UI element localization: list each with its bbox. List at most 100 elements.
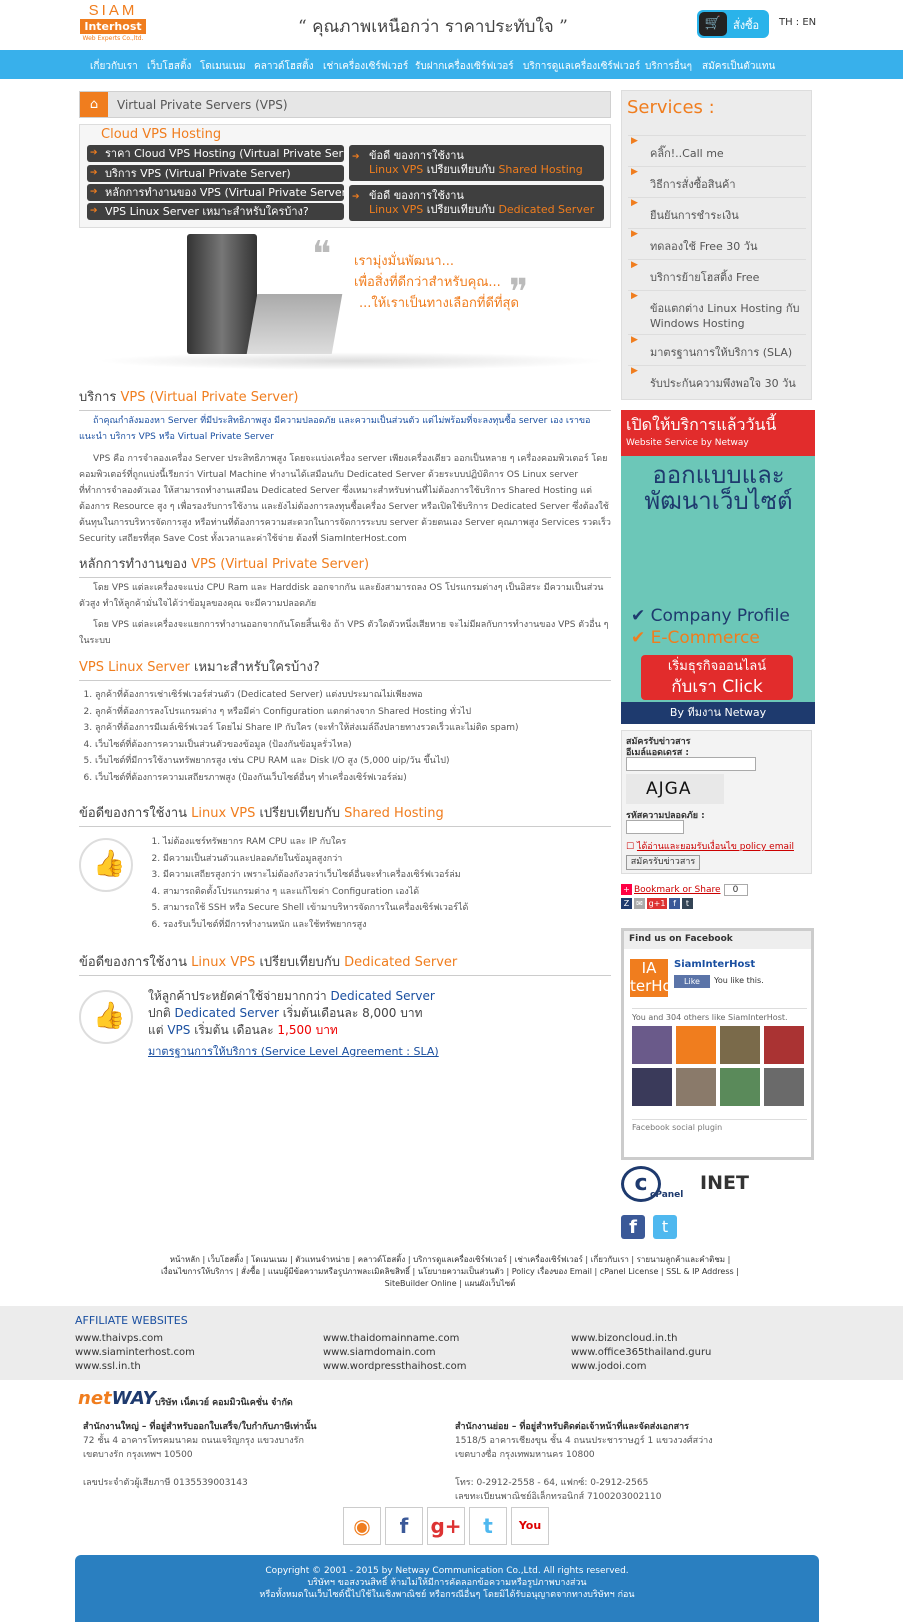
cart-icon: 🛒 xyxy=(699,12,727,36)
link-vps-principle[interactable]: หลักการทำงานของ VPS (Virtual Private Ser… xyxy=(87,184,344,201)
facebook-others: You and 304 others like SiamInterHost. xyxy=(632,1008,807,1022)
sidebar-item-guarantee[interactable]: รับประกันความพึงพอใจ 30 วัน xyxy=(628,365,806,396)
cmp1-line1: ข้อดี ของการใช้งาน xyxy=(369,149,464,162)
sidebar-item-free-trial[interactable]: ทดลองใช้ Free 30 วัน xyxy=(628,228,806,259)
who-list: ลูกค้าที่ต้องการเช่าเซิร์ฟเวอร์ส่วนตัว (… xyxy=(95,687,519,786)
breadcrumb: ⌂ Virtual Private Servers (VPS) xyxy=(79,91,611,118)
twitter-icon[interactable]: t xyxy=(653,1215,677,1239)
vps-banner: ❝ ❞ เรามุ่งมั่นพัฒนา... เพื่อสิ่งที่ดีกว… xyxy=(97,234,607,374)
branch-address: สำนักงานย่อย – ที่อยู่สำหรับติดต่อเจ้าหน… xyxy=(455,1422,713,1502)
facebook-page-name[interactable]: SiamInterHost xyxy=(674,959,755,970)
copyright: Copyright © 2001 - 2015 by Netway Commun… xyxy=(75,1555,819,1622)
website-service-promo[interactable]: เปิดให้บริการแล้ววันนี้ Website Service b… xyxy=(621,410,815,724)
tumblr-icon[interactable]: t xyxy=(682,898,693,909)
fan-avatar[interactable] xyxy=(676,1026,716,1064)
link-vps-linux-who[interactable]: VPS Linux Server เหมาะสำหรับใครบ้าง? xyxy=(87,203,344,220)
share-z-icon[interactable]: Z xyxy=(621,898,632,909)
bookmark-link[interactable]: Bookmark or Share xyxy=(634,885,721,895)
nav-item-about[interactable]: เกี่ยวกับเรา xyxy=(90,59,138,74)
inet-logo[interactable]: INET xyxy=(700,1172,749,1194)
facebook-plugin-label: Facebook social plugin xyxy=(632,1119,807,1132)
affiliate-link[interactable]: www.office365thailand.guru xyxy=(571,1347,711,1358)
affiliate-link[interactable]: www.jodoi.com xyxy=(571,1361,646,1372)
sidebar-item-free-move[interactable]: บริการย้ายโฮสติ้ง Free xyxy=(628,259,806,290)
nav-item-other[interactable]: บริการอื่นๆ xyxy=(645,59,692,74)
home-icon[interactable]: ⌂ xyxy=(80,92,108,117)
affiliate-link[interactable]: www.thaidomainname.com xyxy=(323,1333,459,1344)
cloud-vps-box: Cloud VPS Hosting ราคา Cloud VPS Hosting… xyxy=(79,124,611,228)
dedicated-compare-text: ให้ลูกค้าประหยัดค่าใช้จ่ายมากกว่า Dedica… xyxy=(148,989,439,1060)
nav-item-cloud-hosting[interactable]: คลาวด์โฮสติ้ง xyxy=(254,59,314,74)
sidebar-item-payment[interactable]: ยืนยันการชำระเงิน xyxy=(628,197,806,228)
list-item: ลูกค้าที่ต้องการมีเมล์เซิร์ฟเวอร์ โดยไม่… xyxy=(95,720,519,737)
share-email-icon[interactable]: ✉ xyxy=(634,898,645,909)
security-code-field[interactable] xyxy=(626,820,684,834)
order-cart-button[interactable]: 🛒 สั่งซื้อ xyxy=(697,10,769,38)
footer-links[interactable]: หน้าหลัก | เว็บโฮสติ้ง | โดเมนเนม | ตัวแ… xyxy=(160,1254,740,1290)
google-plus-icon[interactable]: g+1 xyxy=(647,898,667,909)
facebook-widget: Find us on Facebook IA terHo SiamInterHo… xyxy=(621,928,814,1160)
link-vps-vs-shared[interactable]: ข้อดี ของการใช้งาน Linux VPS เปรียบเทียบ… xyxy=(349,145,604,181)
fan-avatar[interactable] xyxy=(764,1026,804,1064)
language-switch[interactable]: TH : EN xyxy=(779,17,816,28)
sidebar-item-linux-vs-windows[interactable]: ข้อแตกต่าง Linux Hosting กับ Windows Hos… xyxy=(628,290,806,334)
fan-avatar[interactable] xyxy=(632,1068,672,1106)
shared-advantages-list: ไม่ต้องแชร์ทรัพยากร RAM CPU และ IP กับใค… xyxy=(163,834,468,933)
facebook-icon[interactable]: f xyxy=(385,1507,423,1545)
sidebar-item-how-to-order[interactable]: วิธีการสั่งซื้อสินค้า xyxy=(628,166,806,197)
netway-logo[interactable]: netWAY xyxy=(78,1388,156,1409)
facebook-icon[interactable]: f xyxy=(621,1215,645,1239)
siam-interhost-logo[interactable]: SIAM Interhost Web Experts Co.,ltd. xyxy=(80,3,146,47)
list-item: เว็บไซต์ที่ต้องการความเป็นส่วนตัวของข้อม… xyxy=(95,737,519,754)
facebook-widget-header: Find us on Facebook xyxy=(624,931,811,949)
affiliate-link[interactable]: www.bizoncloud.in.th xyxy=(571,1333,677,1344)
facebook-like-button[interactable]: Like xyxy=(674,975,710,988)
fan-avatar[interactable] xyxy=(720,1026,760,1064)
nav-item-domain[interactable]: โดเมนเนม xyxy=(200,59,246,74)
agree-checkbox[interactable]: ☐ ได้อ่านและยอมรับเงื่อนไข policy email xyxy=(626,839,794,853)
sidebar-item-sla[interactable]: มาตรฐานการให้บริการ (SLA) xyxy=(628,334,806,365)
link-vps-vs-dedicated[interactable]: ข้อดี ของการใช้งาน Linux VPS เปรียบเทียบ… xyxy=(349,185,604,221)
facebook-page-logo[interactable]: IA terHo xyxy=(630,959,672,997)
cmp2-line1: ข้อดี ของการใช้งาน xyxy=(369,189,464,202)
server-image xyxy=(187,234,257,354)
nav-item-colocation[interactable]: รับฝากเครื่องเซิร์ฟเวอร์ xyxy=(415,59,514,74)
affiliate-link[interactable]: www.siaminterhost.com xyxy=(75,1347,195,1358)
facebook-faces xyxy=(632,1026,808,1109)
link-vps-service[interactable]: บริการ VPS (Virtual Private Server) xyxy=(87,165,344,182)
plus-icon[interactable]: + xyxy=(621,884,632,895)
affiliate-link[interactable]: www.ssl.in.th xyxy=(75,1361,141,1372)
nav-item-server-rental[interactable]: เช่าเครื่องเซิร์ฟเวอร์ xyxy=(323,59,408,74)
google-plus-icon[interactable]: g+ xyxy=(427,1507,465,1545)
fan-avatar[interactable] xyxy=(676,1068,716,1106)
rss-icon[interactable]: ◉ xyxy=(343,1507,381,1545)
youtube-icon[interactable]: You xyxy=(511,1507,549,1545)
sidebar-item-call-me[interactable]: คลิ๊ก!..Call me xyxy=(628,135,806,166)
list-item: ลูกค้าที่ต้องการลงโปรแกรมต่าง ๆ หรือมีค่… xyxy=(95,704,519,721)
affiliate-link[interactable]: www.thaivps.com xyxy=(75,1333,163,1344)
fan-avatar[interactable] xyxy=(720,1068,760,1106)
cmp1-line2: Linux VPS เปรียบเทียบกับ Shared Hosting xyxy=(369,163,583,176)
list-item: รองรับเว็บไซต์ที่มีการทำงานหนัก และใช้ทร… xyxy=(163,917,468,934)
nav-item-reseller[interactable]: สมัครเป็นตัวแทน xyxy=(702,59,775,74)
nav-item-web-hosting[interactable]: เว็บโฮสติ้ง xyxy=(147,59,191,74)
link-cloud-vps-price[interactable]: ราคา Cloud VPS Hosting (Virtual Private … xyxy=(87,145,344,162)
sla-link[interactable]: มาตรฐานการให้บริการ (Service Level Agree… xyxy=(148,1043,439,1060)
nav-item-server-care[interactable]: บริการดูแลเครื่องเซิร์ฟเวอร์ xyxy=(523,59,640,74)
affiliate-websites: AFFILIATE WEBSITES www.thaivps.com www.s… xyxy=(0,1306,903,1380)
fan-avatar[interactable] xyxy=(632,1026,672,1064)
twitter-icon[interactable]: t xyxy=(469,1507,507,1545)
thumbs-up-icon xyxy=(79,990,133,1044)
facebook-share-icon[interactable]: f xyxy=(669,898,680,909)
fan-avatar[interactable] xyxy=(764,1068,804,1106)
vps-intro: ถ้าคุณกำลังมองหา Server ที่มีประสิทธิภาพ… xyxy=(79,416,591,442)
vps-description: VPS คือ การจำลองเครื่อง Server ประสิทธิภ… xyxy=(79,454,611,544)
affiliate-link[interactable]: www.wordpressthaihost.com xyxy=(323,1361,466,1372)
promo-click-button[interactable]: เริ่มธุรกิจออนไลน์ กับเรา Click xyxy=(641,655,793,700)
header: SIAM Interhost Web Experts Co.,ltd. “ คุ… xyxy=(0,0,903,50)
promo-by: By ทีมงาน Netway xyxy=(621,702,815,724)
email-field[interactable] xyxy=(626,757,756,771)
affiliate-link[interactable]: www.siamdomain.com xyxy=(323,1347,436,1358)
list-item: มีความเสถียรสูงกว่า เพราะไม่ต้องกังวลว่า… xyxy=(163,867,468,884)
newsletter-submit-button[interactable]: สมัครรับข่าวสาร xyxy=(626,855,700,870)
